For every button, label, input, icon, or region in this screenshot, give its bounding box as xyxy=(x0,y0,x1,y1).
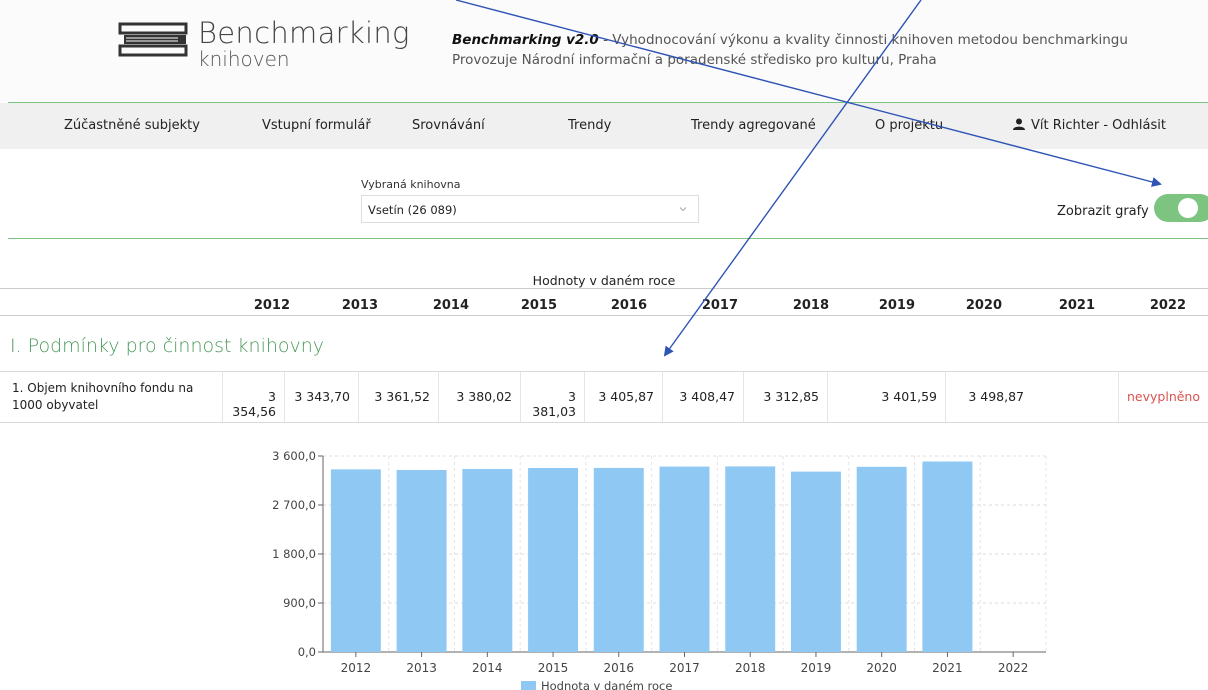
x-tick-label: 2013 xyxy=(406,661,437,675)
y-tick-label: 3 600,0 xyxy=(272,449,316,463)
bar xyxy=(528,467,579,652)
row-value-missing: nevyplněno xyxy=(1118,372,1208,422)
x-tick-label: 2019 xyxy=(801,661,832,675)
x-tick-label: 2022 xyxy=(998,661,1029,675)
bar xyxy=(462,468,513,652)
books-icon xyxy=(118,22,188,57)
chart-y-ticks: 0,0 900,0 1 800,0 2 700,0 3 600,0 xyxy=(272,449,323,659)
row-value: 3 312,85 xyxy=(743,372,827,422)
year-header: 2015 xyxy=(520,298,557,313)
library-select[interactable]: Vsetín (26 089) xyxy=(361,195,699,223)
bar-chart: 0,0900,01 800,02 700,03 600,0 2012 2013 20… xyxy=(272,449,1047,690)
nav-item-trends[interactable]: Trendy xyxy=(568,118,611,133)
year-header: 2020 xyxy=(965,298,1002,313)
bar xyxy=(593,467,644,652)
page-header: Benchmarking knihoven Benchmarking v2.0 … xyxy=(0,0,1208,102)
library-select-label: Vybraná knihovna xyxy=(361,178,461,191)
bar xyxy=(330,469,381,652)
y-tick-label: 1 800,0 xyxy=(272,547,316,561)
row-value: 3 380,02 xyxy=(438,372,520,422)
row-value: 3 408,47 xyxy=(662,372,743,422)
x-tick-label: 2016 xyxy=(603,661,634,675)
toggle-label: Zobrazit grafy xyxy=(1057,204,1149,219)
year-header-row: 2012 2013 2014 2015 2016 2017 2018 2019 … xyxy=(0,288,1208,316)
year-header: 2013 xyxy=(341,298,378,313)
table-row[interactable]: 1. Objem knihovního fondu na 1000 obyvat… xyxy=(0,371,1208,423)
row-value: 3 405,87 xyxy=(584,372,662,422)
x-tick-label: 2014 xyxy=(472,661,503,675)
chevron-down-icon xyxy=(679,207,687,212)
app-name: Benchmarking v2.0 xyxy=(452,32,599,48)
row-value: 3 498,87 xyxy=(945,372,1032,422)
year-header: 2012 xyxy=(253,298,290,313)
filter-divider xyxy=(8,238,1208,239)
nav-item-user-logout[interactable]: Vít Richter - Odhlásit xyxy=(1013,118,1166,133)
bar xyxy=(659,466,710,652)
legend-swatch xyxy=(521,681,536,690)
nav-item-aggregated-trends[interactable]: Trendy agregované xyxy=(691,118,816,133)
chart-legend: Hodnota v daném roce xyxy=(521,679,672,690)
nav-item-about[interactable]: O projektu xyxy=(875,118,943,133)
y-tick-label: 900,0 xyxy=(283,596,316,610)
toggle-knob xyxy=(1178,198,1198,218)
table-caption: Hodnoty v daném roce xyxy=(532,273,676,288)
user-logout-label: Vít Richter - Odhlásit xyxy=(1031,118,1166,133)
main-nav: Zúčastněné subjekty Vstupní formulář Sro… xyxy=(0,103,1208,149)
row-value: 3 361,52 xyxy=(358,372,438,422)
row-value: 3 381,03 xyxy=(520,372,584,422)
header-description: Benchmarking v2.0 - Vyhodnocování výkonu… xyxy=(452,30,1128,70)
user-icon xyxy=(1013,118,1025,130)
y-tick-label: 2 700,0 xyxy=(272,498,316,512)
bar xyxy=(396,469,447,652)
chart-x-ticks: 2012 2013 2014 2015 2016 2017 2018 2019 2020 2021… xyxy=(341,652,1029,675)
logo-subtitle: knihoven xyxy=(198,47,290,71)
row-value: 3 401,59 xyxy=(827,372,945,422)
x-tick-label: 2015 xyxy=(538,661,569,675)
x-tick-label: 2020 xyxy=(866,661,897,675)
nav-item-input-form[interactable]: Vstupní formulář xyxy=(262,118,371,133)
year-header: 2022 xyxy=(1149,298,1186,313)
year-header: 2016 xyxy=(610,298,647,313)
x-tick-label: 2012 xyxy=(341,661,372,675)
row-value: 3 343,70 xyxy=(284,372,358,422)
year-header: 2017 xyxy=(701,298,738,313)
year-header: 2018 xyxy=(792,298,829,313)
row-label: 1. Objem knihovního fondu na 1000 obyvat… xyxy=(12,381,194,412)
year-header: 2014 xyxy=(432,298,469,313)
nav-item-comparison[interactable]: Srovnávání xyxy=(412,118,485,133)
tagline: - Vyhodnocování výkonu a kvality činnost… xyxy=(598,32,1128,48)
nav-item-subjects[interactable]: Zúčastněné subjekty xyxy=(64,118,200,133)
x-tick-label: 2021 xyxy=(932,661,963,675)
operator-text: Provozuje Národní informační a poradensk… xyxy=(452,52,937,68)
year-header: 2021 xyxy=(1058,298,1095,313)
logo-title: Benchmarking xyxy=(198,16,410,50)
x-tick-label: 2017 xyxy=(669,661,700,675)
year-header: 2019 xyxy=(878,298,915,313)
section-title: I. Podmínky pro činnost knihovny xyxy=(10,335,325,357)
x-tick-label: 2018 xyxy=(735,661,766,675)
row-value: 3 354,56 xyxy=(222,372,284,422)
library-select-value: Vsetín (26 089) xyxy=(368,203,457,217)
bar xyxy=(922,461,973,652)
y-tick-label: 0,0 xyxy=(298,645,316,659)
bar xyxy=(790,471,841,652)
bar xyxy=(725,466,776,652)
chart-bars xyxy=(330,461,973,652)
show-charts-toggle[interactable] xyxy=(1154,194,1208,222)
legend-label: Hodnota v daném roce xyxy=(541,679,672,690)
bar xyxy=(856,466,907,652)
